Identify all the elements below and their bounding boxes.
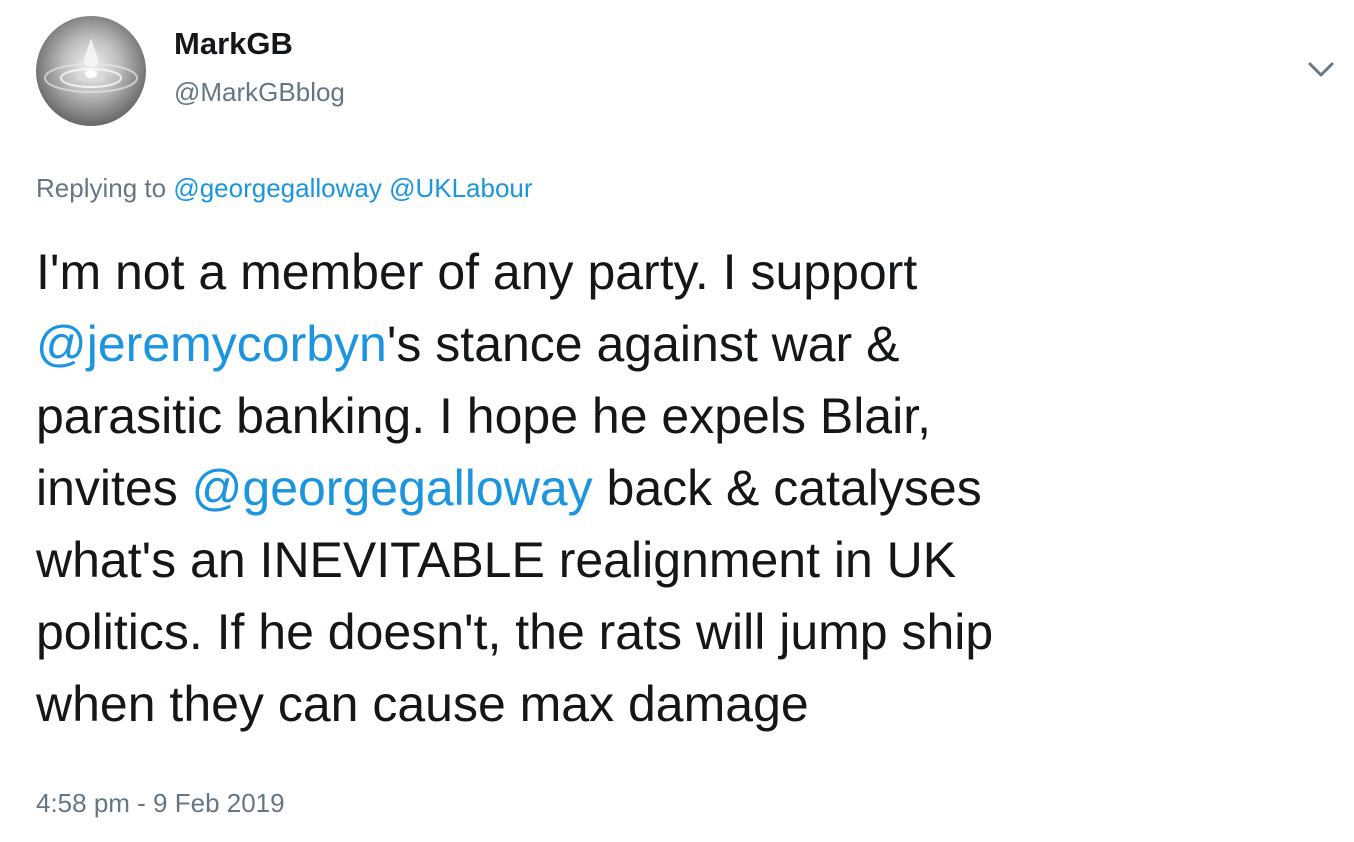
user-avatar[interactable]	[36, 16, 146, 126]
tweet-line: invites @georgegalloway back & catalyses	[36, 452, 1336, 524]
water-drop-avatar-icon	[44, 38, 138, 93]
replying-to-label: Replying to	[36, 173, 174, 203]
chevron-down-icon[interactable]	[1304, 54, 1338, 84]
tweet-timestamp[interactable]: 4:58 pm - 9 Feb 2019	[36, 786, 285, 820]
user-handle[interactable]: @MarkGBblog	[174, 76, 345, 108]
display-name[interactable]: MarkGB	[174, 26, 293, 62]
mention-georgegalloway[interactable]: @georgegalloway	[192, 460, 593, 516]
tweet-text-segment: when they can cause max damage	[36, 676, 809, 732]
tweet-text-segment: I'm not a member of any party. I support	[36, 244, 918, 300]
reply-separator	[382, 173, 389, 203]
tweet-text-segment: 's stance against war &	[386, 316, 900, 372]
tweet-line: politics. If he doesn't, the rats will j…	[36, 596, 1336, 668]
tweet-line: @jeremycorbyn's stance against war &	[36, 308, 1336, 380]
tweet-text-segment: politics. If he doesn't, the rats will j…	[36, 604, 994, 660]
tweet-text: I'm not a member of any party. I support…	[36, 236, 1336, 740]
tweet-card: MarkGB @MarkGBblog Replying to @georgega…	[0, 0, 1354, 842]
mention-jeremycorbyn[interactable]: @jeremycorbyn	[36, 316, 387, 372]
tweet-line: I'm not a member of any party. I support	[36, 236, 1336, 308]
replying-to: Replying to @georgegalloway @UKLabour	[36, 172, 533, 204]
reply-mention-uklabour[interactable]: @UKLabour	[389, 173, 532, 203]
tweet-line: when they can cause max damage	[36, 668, 1336, 740]
tweet-text-segment: what's an INEVITABLE realignment in UK	[36, 532, 957, 588]
tweet-line: what's an INEVITABLE realignment in UK	[36, 524, 1336, 596]
tweet-text-segment: parasitic banking. I hope he expels Blai…	[36, 388, 931, 444]
tweet-text-segment: back & catalyses	[592, 460, 982, 516]
reply-mention-georgegalloway[interactable]: @georgegalloway	[173, 173, 382, 203]
tweet-text-segment: invites	[36, 460, 192, 516]
tweet-line: parasitic banking. I hope he expels Blai…	[36, 380, 1336, 452]
